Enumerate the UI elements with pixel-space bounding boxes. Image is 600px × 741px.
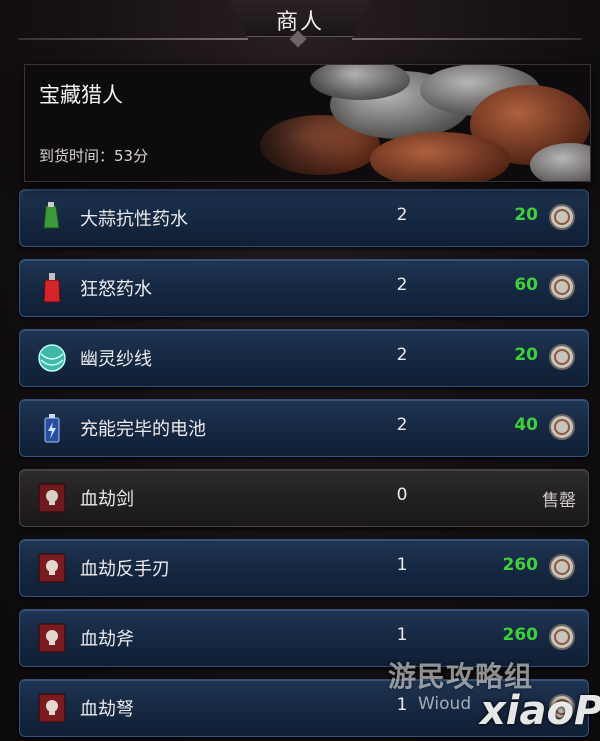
coin-icon: [549, 554, 575, 580]
item-name: 狂怒药水: [80, 279, 152, 300]
item-quantity: 1: [396, 625, 408, 645]
watermark-logo: xiaoPi: [480, 688, 600, 734]
coin-icon: [549, 344, 575, 370]
item-quantity: 2: [396, 415, 408, 435]
item-quantity: 2: [396, 275, 408, 295]
item-row[interactable]: 大蒜抗性药水 2 20: [19, 189, 589, 247]
item-row[interactable]: 血劫反手刃 1 260: [19, 539, 589, 597]
ghost-yarn-icon: [38, 344, 66, 372]
item-quantity: 2: [396, 205, 408, 225]
blood-book-icon: [38, 483, 66, 513]
garlic-potion-icon: [43, 202, 60, 229]
item-quantity: 1: [396, 695, 408, 715]
item-price: 60: [514, 275, 538, 295]
item-name: 血劫剑: [80, 489, 134, 510]
sold-out-label: 售罄: [542, 491, 576, 511]
item-name: 充能完毕的电池: [80, 419, 206, 440]
item-price: 20: [514, 205, 538, 225]
vendor-name: 宝藏猎人: [39, 83, 123, 107]
item-row-sold-out: 血劫剑 0 售罄: [19, 469, 589, 527]
coin-pile-image: [230, 65, 590, 181]
item-name: 大蒜抗性药水: [80, 209, 188, 230]
blood-book-icon: [38, 623, 66, 653]
charged-battery-icon: [44, 414, 60, 443]
item-price: 260: [502, 625, 539, 645]
item-row[interactable]: 充能完毕的电池 2 40: [19, 399, 589, 457]
header-divider-left: [18, 38, 248, 40]
vendor-banner: 宝藏猎人 到货时间：53分: [24, 64, 591, 182]
rage-potion-icon: [43, 273, 61, 303]
item-quantity: 2: [396, 345, 408, 365]
coin-icon: [549, 204, 575, 230]
coin-icon: [549, 624, 575, 650]
header-bar: 商人: [0, 0, 600, 48]
item-quantity: 0: [396, 485, 408, 505]
item-price: 20: [514, 345, 538, 365]
item-name: 幽灵纱线: [80, 349, 152, 370]
item-row[interactable]: 幽灵纱线 2 20: [19, 329, 589, 387]
restock-timer: 到货时间：53分: [39, 147, 149, 165]
coin-icon: [549, 274, 575, 300]
header-divider-right: [352, 38, 582, 40]
item-price: 260: [502, 555, 539, 575]
watermark-sub: Wioud: [418, 694, 472, 714]
item-quantity: 1: [396, 555, 408, 575]
blood-book-icon: [38, 693, 66, 723]
page-title: 商人: [275, 10, 324, 35]
blood-book-icon: [38, 553, 66, 583]
item-price: 40: [514, 415, 538, 435]
item-name: 血劫反手刃: [80, 559, 170, 580]
item-name: 血劫弩: [80, 699, 134, 720]
item-row[interactable]: 狂怒药水 2 60: [19, 259, 589, 317]
coin-icon: [549, 414, 575, 440]
item-name: 血劫斧: [80, 629, 134, 650]
